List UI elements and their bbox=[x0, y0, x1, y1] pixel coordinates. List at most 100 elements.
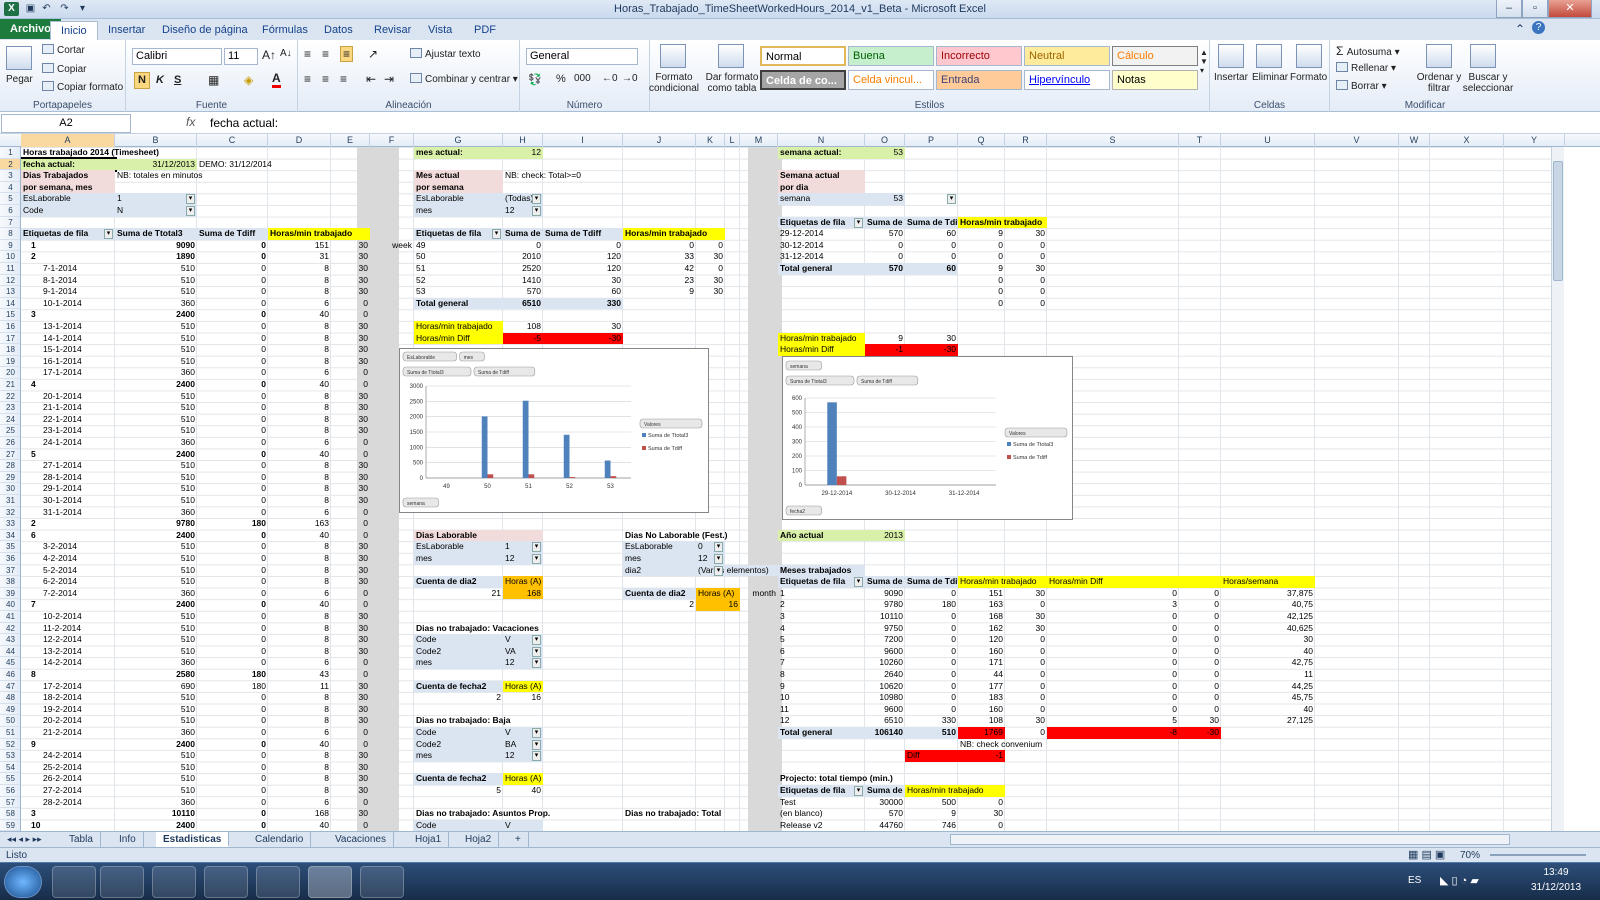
value-cell[interactable]: 510 bbox=[115, 773, 197, 785]
filter-label[interactable]: mes bbox=[414, 657, 503, 669]
value-cell[interactable]: 0 bbox=[905, 251, 958, 263]
value-cell[interactable]: 180 bbox=[197, 681, 268, 693]
row-label[interactable]: 14-2-2014 bbox=[21, 657, 115, 669]
value-cell[interactable]: 6 bbox=[268, 727, 331, 739]
filter-label[interactable]: Code2 bbox=[414, 738, 503, 751]
value-cell[interactable]: 30 bbox=[331, 808, 370, 820]
value-cell[interactable]: 0 bbox=[1005, 669, 1047, 681]
zoom-slider[interactable] bbox=[1490, 854, 1586, 856]
media-player-icon[interactable] bbox=[100, 866, 144, 898]
value-cell[interactable]: 0 bbox=[331, 518, 370, 530]
row-label[interactable]: 9 bbox=[778, 681, 865, 693]
row-header[interactable]: 13 bbox=[0, 286, 20, 298]
value-cell[interactable]: 2400 bbox=[115, 739, 197, 751]
row-label[interactable]: Test bbox=[778, 797, 865, 809]
value-cell[interactable]: 6510 bbox=[865, 715, 905, 727]
row-header[interactable]: 10 bbox=[0, 251, 20, 263]
pivot-header[interactable]: Suma de Tdiff bbox=[543, 228, 623, 240]
value-cell[interactable]: 6 bbox=[268, 298, 331, 310]
value-cell[interactable]: 8 bbox=[268, 402, 331, 414]
value-cell[interactable]: 180 bbox=[905, 599, 958, 611]
value-cell[interactable]: 10110 bbox=[865, 611, 905, 623]
row-header[interactable]: 7 bbox=[0, 217, 20, 229]
sheet-tab[interactable]: Info bbox=[112, 832, 144, 847]
autosum-button[interactable]: Σ Autosuma ▾ bbox=[1336, 44, 1400, 58]
value-cell[interactable]: 8 bbox=[268, 321, 331, 333]
close-icon[interactable]: ✕ bbox=[1548, 0, 1592, 18]
row-label[interactable]: 17-1-2014 bbox=[21, 367, 115, 379]
column-header[interactable]: C bbox=[197, 134, 268, 147]
row-label[interactable]: 14-1-2014 bbox=[21, 333, 115, 345]
align-right-icon[interactable]: ≡ bbox=[340, 72, 347, 86]
row-header[interactable]: 32 bbox=[0, 507, 20, 519]
value-cell[interactable]: 0 bbox=[696, 240, 725, 252]
row-header[interactable]: 8 bbox=[0, 228, 20, 240]
value-cell[interactable]: 30 bbox=[1005, 715, 1047, 727]
tab-insertar[interactable]: Insertar bbox=[98, 21, 155, 40]
row-header[interactable]: 22 bbox=[0, 391, 20, 403]
value-cell[interactable]: 37,875 bbox=[1221, 588, 1315, 600]
chart-field-button[interactable]: Suma de Tdiff bbox=[473, 366, 536, 377]
filter-dropdown-icon[interactable]: ▾ bbox=[186, 194, 195, 205]
value-cell[interactable]: 168 bbox=[268, 808, 331, 820]
value-cell[interactable]: 360 bbox=[115, 657, 197, 669]
chart-bar[interactable] bbox=[563, 434, 570, 478]
tab-vista[interactable]: Vista bbox=[418, 21, 462, 40]
pivot-header[interactable]: Suma de Tdiff bbox=[905, 576, 958, 588]
row-label[interactable]: 4 bbox=[778, 623, 865, 635]
row-header[interactable]: 56 bbox=[0, 785, 20, 797]
filter-dropdown-icon[interactable]: ▾ bbox=[854, 217, 863, 228]
filter-dropdown-icon[interactable]: ▾ bbox=[854, 577, 863, 588]
value-cell[interactable]: 330 bbox=[905, 715, 958, 727]
value-cell[interactable]: 30 bbox=[331, 483, 370, 495]
pivot-header[interactable]: Horas (A) bbox=[503, 680, 543, 693]
pivot-header[interactable]: Etiquetas de fila bbox=[778, 216, 865, 229]
row-label[interactable]: 15-1-2014 bbox=[21, 344, 115, 356]
value-cell[interactable]: 500 bbox=[905, 797, 958, 809]
value-cell[interactable]: 9090 bbox=[115, 240, 197, 252]
value-cell[interactable]: 0 bbox=[1005, 286, 1047, 298]
value-cell[interactable]: 0 bbox=[197, 657, 268, 669]
value-cell[interactable]: 30 bbox=[331, 634, 370, 646]
value-cell[interactable]: 510 bbox=[115, 576, 197, 588]
row-header[interactable]: 17 bbox=[0, 333, 20, 345]
value-cell[interactable]: 8 bbox=[268, 553, 331, 565]
value-cell[interactable]: 510 bbox=[115, 634, 197, 646]
borders-icon[interactable]: ▦ bbox=[208, 73, 219, 87]
value-cell[interactable]: 30 bbox=[331, 541, 370, 553]
row-header[interactable]: 25 bbox=[0, 425, 20, 437]
row-label[interactable]: 29-12-2014 bbox=[778, 228, 865, 240]
value-cell[interactable]: 30 bbox=[331, 356, 370, 368]
value-cell[interactable]: 0 bbox=[958, 286, 1005, 298]
value-cell[interactable]: 0 bbox=[1047, 692, 1179, 704]
value-cell[interactable]: 0 bbox=[958, 275, 1005, 287]
row-header[interactable]: 6 bbox=[0, 205, 20, 217]
style-celda-vinculada[interactable]: Celda vincul... bbox=[848, 70, 934, 90]
column-header[interactable]: K bbox=[696, 134, 725, 147]
pivot-header[interactable]: Cuenta de dia2 bbox=[623, 587, 696, 600]
value-cell[interactable]: 0 bbox=[331, 309, 370, 321]
format-button[interactable]: Formato bbox=[1290, 72, 1327, 83]
value-cell[interactable]: 0 bbox=[1005, 240, 1047, 252]
value-cell[interactable]: 40 bbox=[268, 379, 331, 391]
horizontal-scrollbar[interactable] bbox=[950, 834, 1510, 845]
row-header[interactable]: 46 bbox=[0, 669, 20, 681]
value-cell[interactable]: 9780 bbox=[115, 518, 197, 530]
row-label[interactable]: 20-2-2014 bbox=[21, 715, 115, 727]
diff-label[interactable]: Horas/min Diff bbox=[778, 344, 865, 356]
value-cell[interactable]: 0 bbox=[1005, 275, 1047, 287]
value-cell[interactable]: 30 bbox=[1005, 611, 1047, 623]
value-cell[interactable]: 10980 bbox=[865, 692, 905, 704]
value-cell[interactable]: 0 bbox=[331, 507, 370, 519]
value-cell[interactable]: 40,625 bbox=[1221, 623, 1315, 635]
copy-button[interactable]: Copiar bbox=[42, 63, 86, 75]
value-cell[interactable]: 0 bbox=[197, 379, 268, 391]
row-label[interactable]: 2 bbox=[21, 251, 115, 263]
diff-minutes[interactable]: -30 bbox=[905, 344, 958, 356]
row-label[interactable]: 7 bbox=[778, 657, 865, 669]
filter-value[interactable]: N bbox=[115, 205, 197, 217]
value-cell[interactable]: 30 bbox=[1005, 588, 1047, 600]
sheet-title[interactable]: Horas trabajado 2014 (Timesheet) bbox=[21, 147, 268, 159]
total-value[interactable]: -30 bbox=[1179, 727, 1221, 739]
hours-label[interactable]: Horas/min trabajado bbox=[778, 332, 865, 345]
